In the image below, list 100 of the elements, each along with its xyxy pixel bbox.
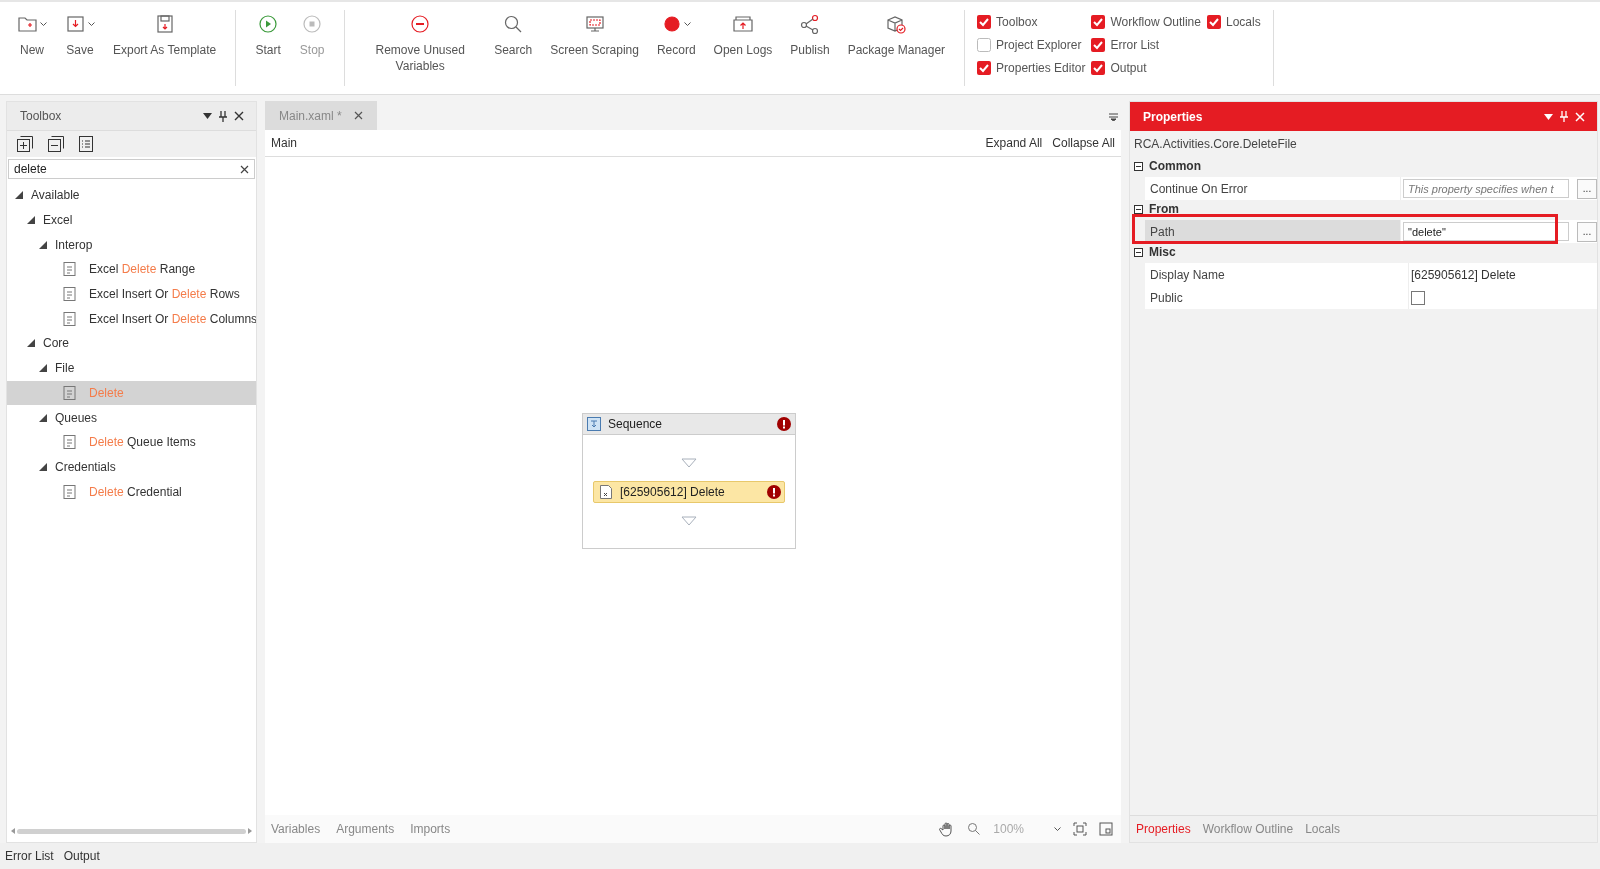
property-name[interactable]: Path xyxy=(1145,220,1401,243)
sequence-title: Sequence xyxy=(608,417,664,431)
activity-icon xyxy=(61,310,79,327)
collapse-triangle-icon[interactable] xyxy=(39,364,47,373)
menu-icon[interactable] xyxy=(1109,113,1118,121)
category-label: Common xyxy=(1149,159,1201,173)
activity-icon xyxy=(61,384,79,401)
panel-tab[interactable]: Output xyxy=(63,849,100,863)
property-field[interactable]: This property specifies when t xyxy=(1403,179,1569,198)
collapse-icon[interactable] xyxy=(1134,247,1143,257)
scrollbar-thumb[interactable] xyxy=(17,828,246,834)
boxes-icon xyxy=(885,13,908,35)
property-field[interactable]: "delete" xyxy=(1403,222,1569,241)
tree-item[interactable]: Excel Insert Or Delete Rows xyxy=(7,281,256,307)
tree-item[interactable]: Queues xyxy=(7,405,256,430)
overview-icon[interactable] xyxy=(1099,822,1113,836)
browse-button[interactable]: ... xyxy=(1577,221,1597,242)
activity-icon xyxy=(61,483,79,500)
tree-item[interactable]: Credentials xyxy=(7,454,256,480)
checkbox[interactable] xyxy=(1206,15,1221,29)
share-icon xyxy=(799,13,821,35)
browse-button[interactable]: ... xyxy=(1577,178,1597,199)
checkbox[interactable] xyxy=(1091,61,1106,75)
drop-arrow-icon xyxy=(681,516,697,526)
scroll-right-icon[interactable] xyxy=(248,828,252,834)
collapse-triangle-icon[interactable] xyxy=(27,339,35,348)
collapse-triangle-icon[interactable] xyxy=(39,240,47,249)
checkbox-label[interactable]: Workflow Outline xyxy=(1110,15,1201,29)
checkbox[interactable] xyxy=(1091,15,1106,29)
bottom-tab[interactable]: Arguments xyxy=(336,822,395,836)
checkbox-label[interactable]: Toolbox xyxy=(996,15,1038,29)
collapse-triangle-icon[interactable] xyxy=(15,191,23,200)
type-name: RCA.Activities.Core.DeleteFile xyxy=(1130,131,1597,157)
collapse-triangle-icon[interactable] xyxy=(27,216,35,225)
toolbar-button[interactable]: Package Manager xyxy=(840,10,953,76)
sequence-card[interactable]: Sequence [625905612] Delete xyxy=(582,413,796,549)
checkbox[interactable] xyxy=(977,38,992,52)
caret-icon xyxy=(40,21,47,27)
checkbox[interactable] xyxy=(1411,290,1425,305)
property-name[interactable]: Continue On Error xyxy=(1145,177,1401,200)
collapse-triangle-icon[interactable] xyxy=(39,462,47,471)
tree-item[interactable]: Core xyxy=(7,331,256,356)
checkbox-label[interactable]: Locals xyxy=(1225,15,1261,29)
clear-icon[interactable] xyxy=(240,165,249,174)
property-value[interactable]: [625905612] Delete xyxy=(1411,267,1516,282)
play-icon xyxy=(257,13,280,35)
minus-circle-icon xyxy=(409,13,432,35)
checkbox[interactable] xyxy=(977,61,992,75)
collapse-icon[interactable] xyxy=(1134,161,1143,171)
fit-screen-icon[interactable] xyxy=(1073,822,1087,836)
close-icon[interactable] xyxy=(353,111,363,120)
checkbox[interactable] xyxy=(977,15,992,29)
tree-item[interactable]: Excel Insert Or Delete Columns xyxy=(7,306,256,332)
collapse-triangle-icon[interactable] xyxy=(39,413,47,422)
activity-card[interactable]: [625905612] Delete xyxy=(593,481,785,503)
close-icon[interactable] xyxy=(234,111,244,121)
expand-all-link[interactable]: Expand All xyxy=(985,136,1043,150)
scroll-left-icon[interactable] xyxy=(11,828,15,834)
toolbar-button[interactable]: Screen Scraping xyxy=(543,10,646,76)
stop-icon xyxy=(301,13,324,35)
monitor-icon xyxy=(583,13,606,35)
category-label: From xyxy=(1149,202,1179,216)
checkbox-label[interactable]: Project Explorer xyxy=(996,38,1082,52)
breadcrumb[interactable]: Main xyxy=(271,136,297,150)
checkbox-label[interactable]: Properties Editor xyxy=(996,61,1086,75)
collapse-all-icon[interactable] xyxy=(47,135,65,153)
list-icon[interactable] xyxy=(78,135,94,153)
toolbar-button[interactable]: Publish xyxy=(783,10,837,76)
collapse-all-link[interactable]: Collapse All xyxy=(1052,136,1115,150)
checkbox[interactable] xyxy=(1091,38,1106,52)
toolbar-button[interactable]: Save xyxy=(58,10,102,60)
caret-icon xyxy=(88,21,95,27)
collapse-icon[interactable] xyxy=(1134,204,1143,214)
dropdown-icon[interactable] xyxy=(1544,113,1553,120)
tree-item[interactable]: File xyxy=(7,355,256,381)
tree-item[interactable]: Delete Credential xyxy=(7,479,256,504)
tree-item[interactable]: Interop xyxy=(7,232,256,258)
panel-tab[interactable]: Properties xyxy=(1136,822,1191,836)
checkbox-label[interactable]: Output xyxy=(1110,61,1147,75)
panel-tab[interactable]: Error List xyxy=(5,849,54,863)
tree-item[interactable]: Excel Delete Range xyxy=(7,257,256,282)
tree-item[interactable]: Delete Queue Items xyxy=(7,429,256,455)
checkbox-label[interactable]: Error List xyxy=(1110,38,1160,52)
toolbar-button[interactable]: Search xyxy=(487,10,540,76)
zoom-icon[interactable] xyxy=(967,822,982,836)
toolbar-button[interactable]: Start xyxy=(248,10,289,60)
panel-title: Toolbox xyxy=(20,109,62,123)
toolbar-button[interactable]: Open Logs xyxy=(706,10,780,76)
bottom-tab[interactable]: Imports xyxy=(410,822,451,836)
dropdown-icon[interactable] xyxy=(203,113,212,119)
tree-item[interactable]: Excel xyxy=(7,207,256,233)
toolbar-button[interactable]: Export As Template xyxy=(106,10,224,60)
pin-icon[interactable] xyxy=(219,110,227,122)
search-field[interactable]: delete xyxy=(8,159,255,179)
toolbar-button[interactable]: New xyxy=(10,10,54,60)
toolbar-button[interactable]: Remove Unused Variables xyxy=(357,10,484,76)
expand-all-icon[interactable] xyxy=(16,135,34,153)
bottom-tab[interactable]: Variables xyxy=(271,822,321,836)
tree-item[interactable]: Available xyxy=(7,183,256,208)
toolbar-button[interactable]: Record xyxy=(649,10,703,76)
